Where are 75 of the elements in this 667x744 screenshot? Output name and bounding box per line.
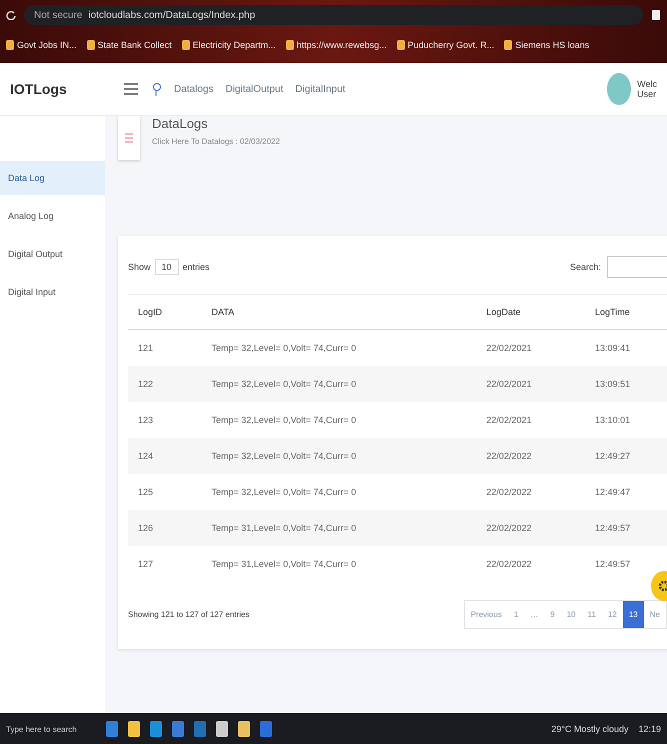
table-cell: 22/02/2022	[476, 474, 586, 510]
table-cell: 22/02/2022	[476, 438, 586, 474]
bookmark[interactable]: Electricity Departm...	[182, 40, 276, 50]
entries-info: Showing 121 to 127 of 127 entries	[128, 610, 250, 619]
table-cell: 22/02/2021	[476, 402, 586, 438]
table-cell: 122	[128, 366, 202, 402]
table-cell: 22/02/2021	[476, 366, 586, 402]
table-cell: Temp= 32,Level= 0,Volt= 74,Curr= 0	[202, 438, 476, 474]
search-icon[interactable]	[152, 82, 162, 96]
page-button[interactable]: 13	[622, 601, 644, 628]
table-cell: 126	[128, 510, 202, 546]
table-cell: 124	[128, 438, 202, 474]
sidebar-item[interactable]: Digital Input	[0, 275, 105, 309]
app-icon[interactable]	[260, 721, 272, 737]
weather-text: 29°C Mostly cloudy	[551, 724, 628, 734]
table-cell: Temp= 31,Level= 0,Volt= 74,Curr= 0	[202, 546, 476, 582]
table-cell: 22/02/2022	[476, 510, 586, 546]
app-icon[interactable]	[128, 721, 140, 737]
bookmark[interactable]: State Bank Collect	[86, 40, 172, 50]
nav-link[interactable]: DigitalOutput	[225, 84, 284, 94]
security-label: Not secure	[34, 10, 82, 20]
bookmark[interactable]: Siemens HS loans	[504, 40, 590, 50]
table-cell: 13:09:51	[585, 366, 667, 402]
sidebar-item[interactable]: Digital Output	[0, 237, 105, 271]
address-bar[interactable]: Not secure iotcloudlabs.com/DataLogs/Index.php	[24, 5, 643, 25]
table-cell: Temp= 32,Level= 0,Volt= 74,Curr= 0	[202, 366, 476, 402]
column-header[interactable]: LogDate	[476, 294, 586, 330]
table-cell: 12:49:57	[585, 546, 667, 582]
table-cell: 12:49:47	[585, 474, 667, 510]
bookmark[interactable]: Govt Jobs IN...	[6, 40, 77, 50]
table-cell: 12:49:27	[585, 438, 667, 474]
user-name: Welc	[637, 79, 657, 89]
app-logo: IOTLogs	[10, 81, 68, 97]
table-cell: 127	[128, 546, 202, 582]
table-cell: 123	[128, 402, 202, 438]
table-cell: Temp= 32,Level= 0,Volt= 74,Curr= 0	[202, 474, 476, 510]
nav-link[interactable]: DigitalInput	[295, 84, 346, 94]
table-cell: 22/02/2022	[476, 546, 586, 582]
table-cell: Temp= 32,Level= 0,Volt= 74,Curr= 0	[202, 402, 476, 438]
menu-icon[interactable]	[124, 83, 138, 95]
avatar-icon[interactable]	[607, 73, 632, 105]
clock-text: 12:19	[638, 724, 661, 734]
nav-link[interactable]: Datalogs	[174, 84, 214, 94]
table-cell: 13:10:01	[585, 402, 667, 438]
app-icon[interactable]	[194, 721, 206, 737]
page-title: DataLogs	[152, 116, 209, 131]
bookmark[interactable]: https://www.rewebsg...	[286, 40, 387, 50]
sidebar-item[interactable]: Data Log	[0, 161, 105, 195]
entries-label: entries	[182, 262, 210, 272]
column-header[interactable]: LogTime	[585, 294, 667, 330]
page-subtitle: Click Here To Datalogs : 02/03/2022	[152, 137, 280, 146]
bookmark[interactable]: Puducherry Govt. R...	[396, 40, 494, 50]
app-icon[interactable]	[106, 721, 118, 737]
column-header[interactable]: DATA	[202, 294, 476, 330]
table-cell: 22/02/2021	[476, 330, 586, 366]
column-header[interactable]: LogID	[128, 294, 202, 330]
entries-select[interactable]: 10	[154, 259, 179, 275]
search-label: Search:	[570, 262, 601, 272]
table-cell: 121	[128, 330, 202, 366]
app-icon[interactable]	[216, 721, 228, 737]
app-icon[interactable]	[172, 721, 184, 737]
table-cell: Temp= 31,Level= 0,Volt= 74,Curr= 0	[202, 510, 476, 546]
sidebar-item[interactable]: Analog Log	[0, 199, 105, 233]
app-icon[interactable]	[238, 721, 250, 737]
app-icon[interactable]	[150, 721, 162, 737]
table-cell: 125	[128, 474, 202, 510]
table-cell: 12:49:57	[585, 510, 667, 546]
taskbar-search[interactable]: Type here to search	[6, 724, 96, 734]
table-cell: 13:09:41	[585, 330, 667, 366]
search-field[interactable]	[607, 256, 667, 278]
show-label: Show	[128, 262, 151, 272]
table-cell: Temp= 32,Level= 0,Volt= 74,Curr= 0	[202, 330, 476, 366]
user-role: User	[637, 89, 657, 99]
reload-icon[interactable]	[6, 10, 16, 20]
url-text: iotcloudlabs.com/DataLogs/Index.php	[88, 10, 256, 20]
